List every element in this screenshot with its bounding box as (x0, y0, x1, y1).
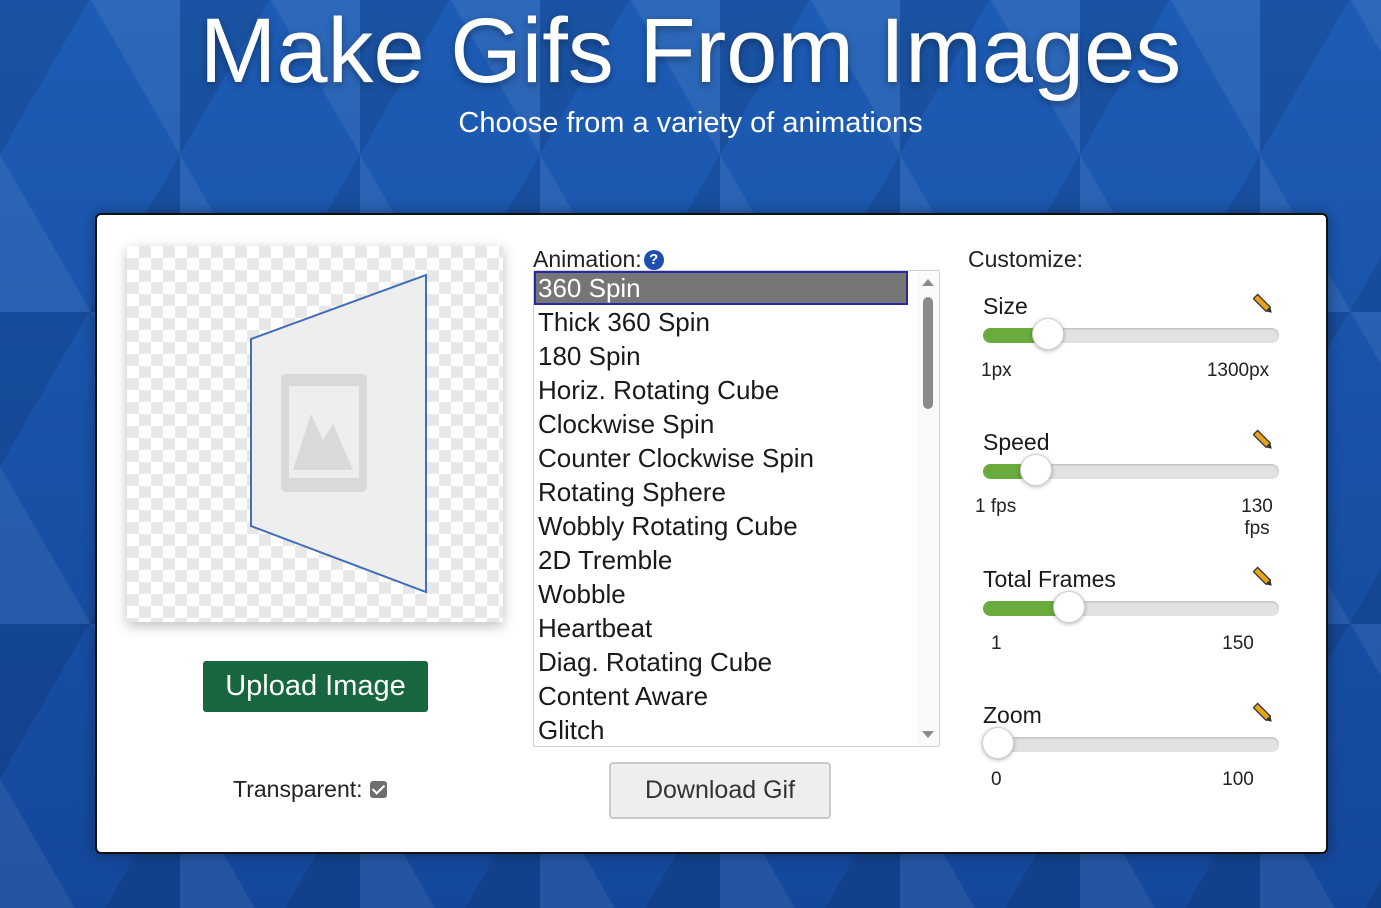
animation-option[interactable]: Counter Clockwise Spin (534, 441, 908, 475)
scroll-thumb[interactable] (923, 297, 933, 409)
upload-image-button[interactable]: Upload Image (203, 661, 428, 712)
help-icon[interactable]: ? (643, 249, 664, 270)
transparent-label: Transparent: (233, 776, 363, 802)
speed-control: Speed 1 fps 130 fps (975, 429, 1301, 549)
animation-option[interactable]: Wobble (534, 577, 908, 611)
zoom-max: 100 (1222, 769, 1254, 790)
animation-option[interactable]: 360 Spin (534, 271, 908, 305)
pencil-icon[interactable] (1253, 566, 1275, 590)
size-min: 1px (981, 360, 1012, 381)
animation-option[interactable]: Rotating Sphere (534, 475, 908, 509)
size-max: 1300px (1206, 360, 1270, 381)
total-frames-label: Total Frames (983, 566, 1116, 592)
customize-title: Customize: (968, 246, 1084, 272)
animation-label: Animation: (533, 246, 642, 272)
animation-option[interactable]: Content Aware (534, 679, 908, 713)
total-frames-slider-handle[interactable] (1052, 591, 1085, 623)
pencil-icon[interactable] (1253, 293, 1275, 317)
size-slider[interactable] (983, 318, 1279, 350)
zoom-control: Zoom 0 100 (981, 702, 1301, 822)
total-frames-control: Total Frames 1 150 (981, 566, 1301, 686)
gif-maker-panel: Upload Image Transparent: Animation: ? 3… (95, 213, 1328, 854)
zoom-slider[interactable] (981, 727, 1279, 759)
animation-option[interactable]: Wobbly Rotating Cube (534, 509, 908, 543)
animation-list[interactable]: 360 Spin Thick 360 Spin 180 Spin Horiz. Rot… (533, 270, 940, 747)
zoom-slider-handle[interactable] (981, 727, 1014, 759)
animation-option[interactable]: Diag. Rotating Cube (534, 645, 908, 679)
transparent-checkbox[interactable] (369, 781, 387, 798)
page-subtitle: Choose from a variety of animations (458, 107, 923, 139)
animation-option[interactable]: Heartbeat (534, 611, 908, 645)
speed-label: Speed (983, 429, 1050, 455)
page-title: Make Gifs From Images (199, 0, 1182, 102)
scroll-up-icon[interactable] (922, 279, 934, 286)
animation-option[interactable]: Clockwise Spin (534, 407, 908, 441)
animation-option[interactable]: 180 Spin (534, 339, 908, 373)
animation-header: Animation: ? (533, 246, 664, 273)
total-frames-slider[interactable] (983, 591, 1279, 623)
speed-min: 1 fps (975, 496, 1017, 517)
speed-slider-handle[interactable] (1020, 454, 1053, 486)
animation-option[interactable]: Horiz. Rotating Cube (534, 373, 908, 407)
total-frames-max: 150 (1222, 633, 1254, 654)
size-control: Size 1px 1300px (981, 293, 1301, 413)
size-slider-handle[interactable] (1032, 318, 1065, 350)
speed-max: 130 fps (1241, 496, 1273, 539)
list-scrollbar[interactable] (917, 271, 939, 746)
scroll-down-icon[interactable] (922, 731, 934, 738)
speed-slider[interactable] (983, 454, 1279, 486)
image-preview (127, 246, 503, 622)
pencil-icon[interactable] (1253, 702, 1275, 726)
animation-option[interactable]: Glitch (534, 713, 908, 746)
transparent-option: Transparent: (233, 776, 387, 803)
zoom-min: 0 (991, 769, 1002, 790)
animation-option[interactable]: Thick 360 Spin (534, 305, 908, 339)
zoom-label: Zoom (983, 702, 1042, 728)
pencil-icon[interactable] (1253, 429, 1275, 453)
placeholder-image-icon (250, 273, 427, 594)
total-frames-min: 1 (991, 633, 1002, 654)
animation-option[interactable]: 2D Tremble (534, 543, 908, 577)
download-gif-button[interactable]: Download Gif (609, 762, 831, 819)
size-label: Size (983, 293, 1028, 319)
